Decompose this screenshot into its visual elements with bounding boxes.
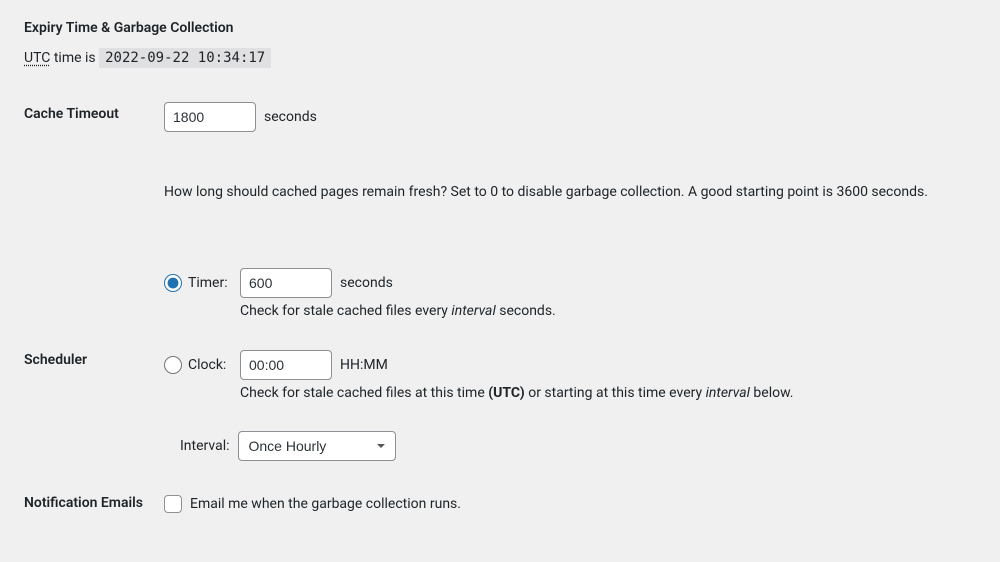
scheduler-timer-radio[interactable]: [164, 274, 182, 292]
cache-timeout-label: Cache Timeout: [24, 96, 164, 262]
cache-timeout-input[interactable]: [164, 102, 256, 132]
scheduler-clock-unit: HH:MM: [340, 357, 388, 373]
cache-timeout-help: How long should cached pages remain fres…: [164, 182, 976, 202]
notification-checkbox-label[interactable]: Email me when the garbage collection run…: [164, 495, 461, 513]
scheduler-timer-input[interactable]: [240, 268, 332, 298]
scheduler-clock-block: Clock: HH:MM Check for stale cached file…: [164, 350, 976, 404]
utc-timestamp: 2022-09-22 10:34:17: [99, 48, 271, 68]
cache-timeout-unit: seconds: [264, 109, 317, 125]
scheduler-clock-radio[interactable]: [164, 356, 182, 374]
utc-abbr: UTC: [24, 50, 50, 66]
scheduler-row: Scheduler Timer: seconds Check for stale…: [24, 262, 976, 481]
scheduler-clock-desc: Check for stale cached files at this tim…: [240, 384, 976, 404]
scheduler-interval-select[interactable]: Once Hourly: [238, 431, 396, 461]
scheduler-timer-radio-label[interactable]: Timer:: [164, 274, 232, 292]
cache-timeout-row: Cache Timeout seconds How long should ca…: [24, 96, 976, 262]
notification-label: Notification Emails: [24, 481, 164, 537]
scheduler-clock-label-text: Clock:: [188, 357, 226, 373]
notification-checkbox-text: Email me when the garbage collection run…: [190, 496, 461, 512]
scheduler-timer-desc: Check for stale cached files every inter…: [240, 302, 976, 322]
scheduler-label: Scheduler: [24, 262, 164, 481]
notification-checkbox[interactable]: [164, 495, 182, 513]
scheduler-timer-block: Timer: seconds Check for stale cached fi…: [164, 268, 976, 322]
scheduler-timer-unit: seconds: [340, 275, 393, 291]
section-title: Expiry Time & Garbage Collection: [24, 20, 976, 36]
scheduler-interval-row: Interval: Once Hourly: [180, 431, 976, 461]
scheduler-clock-input[interactable]: [240, 350, 332, 380]
scheduler-clock-radio-label[interactable]: Clock:: [164, 356, 232, 374]
utc-time-line: UTC time is 2022-09-22 10:34:17: [24, 50, 976, 66]
notification-row: Notification Emails Email me when the ga…: [24, 481, 976, 537]
scheduler-timer-label-text: Timer:: [188, 275, 228, 291]
utc-time-is-text: time is: [50, 50, 99, 66]
scheduler-interval-label: Interval:: [180, 438, 230, 454]
